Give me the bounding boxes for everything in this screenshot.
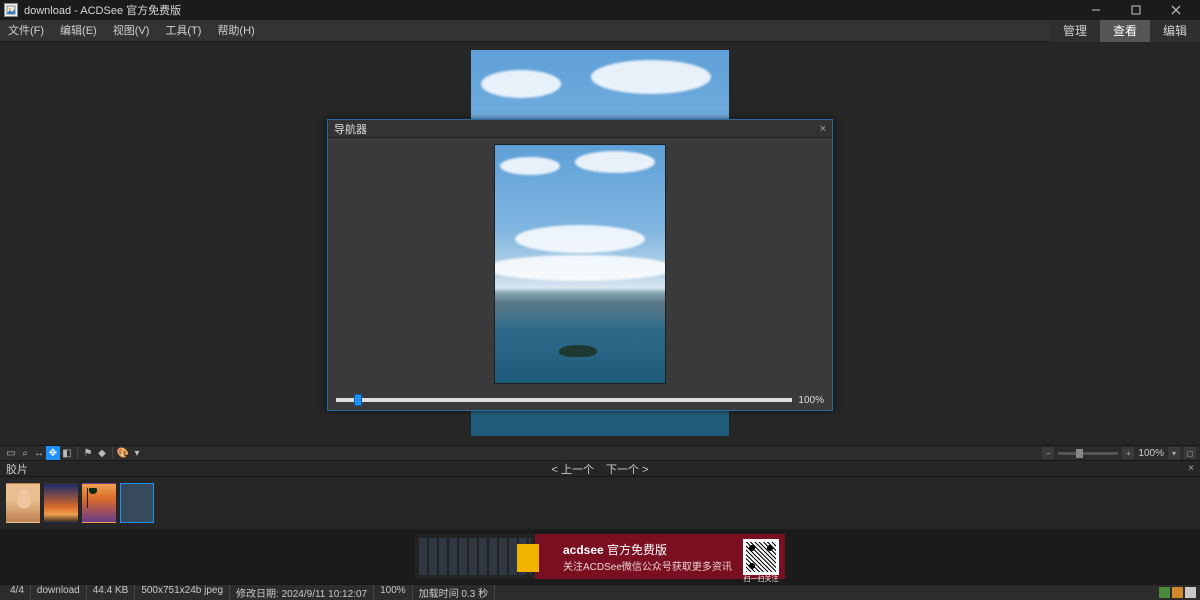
tool-scroll-icon[interactable]: ↔ xyxy=(32,446,46,460)
ad-subtitle: 关注ACDSee微信公众号获取更多资讯 xyxy=(563,558,732,573)
status-filesize: 44.4 KB xyxy=(87,585,136,600)
filmstrip-thumb-selected[interactable] xyxy=(120,483,154,523)
minimize-button[interactable] xyxy=(1076,0,1116,20)
view-toolbar: ▭ ⌕ ↔ ✥ ◧ ⚑ ◆ 🎨 ▾ − + 100% ▾ ◻ xyxy=(0,445,1200,461)
filmstrip-header: 胶片 < 上一个 下一个 > × xyxy=(0,461,1200,477)
menu-file[interactable]: 文件(F) xyxy=(0,20,52,42)
filmstrip-thumb[interactable] xyxy=(6,483,40,523)
menu-bar: 文件(F) 编辑(E) 视图(V) 工具(T) 帮助(H) 管理 查看 编辑 xyxy=(0,20,1200,42)
toolbar-separator xyxy=(77,447,78,459)
status-folder: download xyxy=(31,585,87,600)
tool-tag-icon[interactable]: ◆ xyxy=(95,446,109,460)
zoom-in-button[interactable]: + xyxy=(1122,447,1134,459)
status-index: 4/4 xyxy=(4,585,31,600)
tool-select-icon[interactable]: ▭ xyxy=(4,446,18,460)
status-indicator-orange-icon[interactable] xyxy=(1172,587,1183,598)
navigator-body[interactable] xyxy=(328,138,832,390)
app-logo-icon xyxy=(4,3,18,17)
navigator-panel[interactable]: 导航器 × 100% xyxy=(327,119,833,411)
filmstrip xyxy=(0,477,1200,529)
filmstrip-prev-button[interactable]: < 上一个 xyxy=(552,461,594,477)
zoom-out-button[interactable]: − xyxy=(1042,447,1054,459)
filmstrip-thumb[interactable] xyxy=(82,483,116,523)
title-bar: download - ACDSee 官方免费版 xyxy=(0,0,1200,20)
tool-zoom-icon[interactable]: ⌕ xyxy=(18,446,32,460)
zoom-percent-label: 100% xyxy=(1138,448,1164,459)
filmstrip-label: 胶片 xyxy=(6,461,28,477)
navigator-close-button[interactable]: × xyxy=(820,123,826,135)
ad-text: acdsee 官方免费版 关注ACDSee微信公众号获取更多资讯 xyxy=(563,541,732,573)
ad-area: acdsee 官方免费版 关注ACDSee微信公众号获取更多资讯 扫一扫关注 xyxy=(0,529,1200,584)
tool-flag-icon[interactable]: ⚑ xyxy=(81,446,95,460)
window-title: download - ACDSee 官方免费版 xyxy=(24,2,181,18)
navigator-zoom-slider[interactable] xyxy=(336,398,792,402)
zoom-slider[interactable] xyxy=(1058,452,1118,455)
toolbar-separator xyxy=(112,447,113,459)
filmstrip-next-button[interactable]: 下一个 > xyxy=(606,461,648,477)
ad-brand-suffix: 官方免费版 xyxy=(607,543,667,557)
status-indicator-green-icon[interactable] xyxy=(1159,587,1170,598)
tool-dropdown-icon[interactable]: ▾ xyxy=(130,446,144,460)
filmstrip-thumb[interactable] xyxy=(44,483,78,523)
navigator-zoom-percent: 100% xyxy=(798,395,824,406)
menu-tools[interactable]: 工具(T) xyxy=(157,20,209,42)
status-modified: 修改日期: 2024/9/11 10:12:07 xyxy=(230,585,374,600)
menu-view[interactable]: 视图(V) xyxy=(105,20,158,42)
zoom-fit-button[interactable]: ▾ xyxy=(1168,447,1180,459)
status-indicator-white-icon[interactable] xyxy=(1185,587,1196,598)
ad-qr-caption: 扫一扫关注 xyxy=(743,574,779,584)
status-loadtime: 加载时间 0.3 秒 xyxy=(413,585,495,600)
navigator-thumbnail[interactable] xyxy=(494,144,666,384)
status-bar: 4/4 download 44.4 KB 500x751x24b jpeg 修改… xyxy=(0,584,1200,600)
ad-banner[interactable]: acdsee 官方免费版 关注ACDSee微信公众号获取更多资讯 扫一扫关注 xyxy=(415,534,785,579)
status-zoom: 100% xyxy=(374,585,413,600)
mode-tab-edit[interactable]: 编辑 xyxy=(1150,20,1200,42)
ad-qr-code: 扫一扫关注 xyxy=(743,539,779,575)
mode-tab-manage[interactable]: 管理 xyxy=(1050,20,1100,42)
tool-hand-icon[interactable]: ✥ xyxy=(46,446,60,460)
tool-crop-icon[interactable]: ◧ xyxy=(60,446,74,460)
image-viewer[interactable]: 导航器 × 100% xyxy=(0,42,1200,445)
mode-tab-view[interactable]: 查看 xyxy=(1100,20,1150,42)
tool-palette-icon[interactable]: 🎨 xyxy=(116,446,130,460)
status-dimensions: 500x751x24b jpeg xyxy=(135,585,230,600)
navigator-title: 导航器 xyxy=(334,121,367,137)
navigator-zoom-handle[interactable] xyxy=(354,394,362,406)
zoom-actual-button[interactable]: ◻ xyxy=(1184,447,1196,459)
ad-brand: acdsee xyxy=(563,543,604,557)
close-button[interactable] xyxy=(1156,0,1196,20)
filmstrip-close-button[interactable]: × xyxy=(1188,463,1194,474)
menu-help[interactable]: 帮助(H) xyxy=(209,20,262,42)
navigator-header[interactable]: 导航器 × xyxy=(328,120,832,138)
ad-box-icon xyxy=(517,544,539,572)
maximize-button[interactable] xyxy=(1116,0,1156,20)
menu-edit[interactable]: 编辑(E) xyxy=(52,20,105,42)
navigator-zoom-row: 100% xyxy=(328,390,832,410)
zoom-slider-handle[interactable] xyxy=(1076,449,1083,458)
